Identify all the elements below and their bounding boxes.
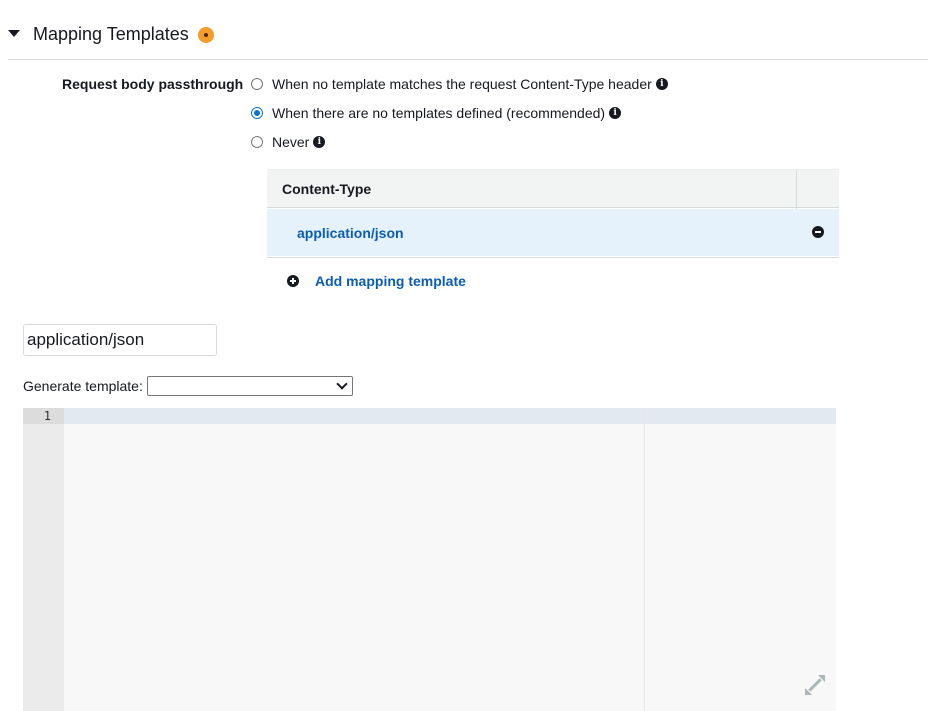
content-type-column-header: Content-Type [282,181,372,197]
passthrough-option-no-templates[interactable]: When there are no templates defined (rec… [251,103,622,123]
passthrough-option-label: Never [272,134,310,150]
radio-never[interactable] [251,136,263,148]
radio-no-templates[interactable] [251,107,263,119]
line-number: 1 [43,409,51,423]
mapping-templates-header[interactable]: Mapping Templates [8,22,928,60]
add-mapping-template[interactable]: Add mapping template [287,271,466,291]
add-mapping-template-link[interactable]: Add mapping template [315,273,466,289]
section-title: Mapping Templates [33,24,189,44]
generate-template-label: Generate template: [23,378,143,394]
minus-circle-icon[interactable] [812,226,824,238]
table-row[interactable]: application/json [267,209,839,256]
status-dot-icon [198,27,214,43]
chevron-down-icon [336,378,348,390]
passthrough-label: Request body passthrough [62,76,244,92]
editor-active-line[interactable] [64,408,836,424]
passthrough-option-never[interactable]: Never i [251,132,326,152]
content-type-table: Content-Type application/json [267,169,839,258]
generate-template-select[interactable] [147,376,353,396]
info-icon[interactable]: i [313,136,326,148]
print-margin [644,408,645,711]
caret-down-icon[interactable] [8,30,20,37]
column-divider [796,170,797,209]
content-type-input[interactable]: application/json [23,324,217,356]
template-code-editor[interactable]: 1 [23,408,836,711]
expand-icon[interactable] [805,675,825,695]
content-type-link[interactable]: application/json [297,225,404,241]
radio-no-match[interactable] [251,78,263,90]
content-type-table-header: Content-Type [267,169,839,209]
passthrough-option-label: When no template matches the request Con… [272,76,652,92]
editor-gutter [23,408,64,711]
passthrough-option-no-match[interactable]: When no template matches the request Con… [251,74,668,94]
info-icon[interactable]: i [609,107,622,119]
info-icon[interactable]: i [655,78,668,90]
passthrough-option-label: When there are no templates defined (rec… [272,105,606,121]
plus-circle-icon[interactable] [287,275,299,287]
